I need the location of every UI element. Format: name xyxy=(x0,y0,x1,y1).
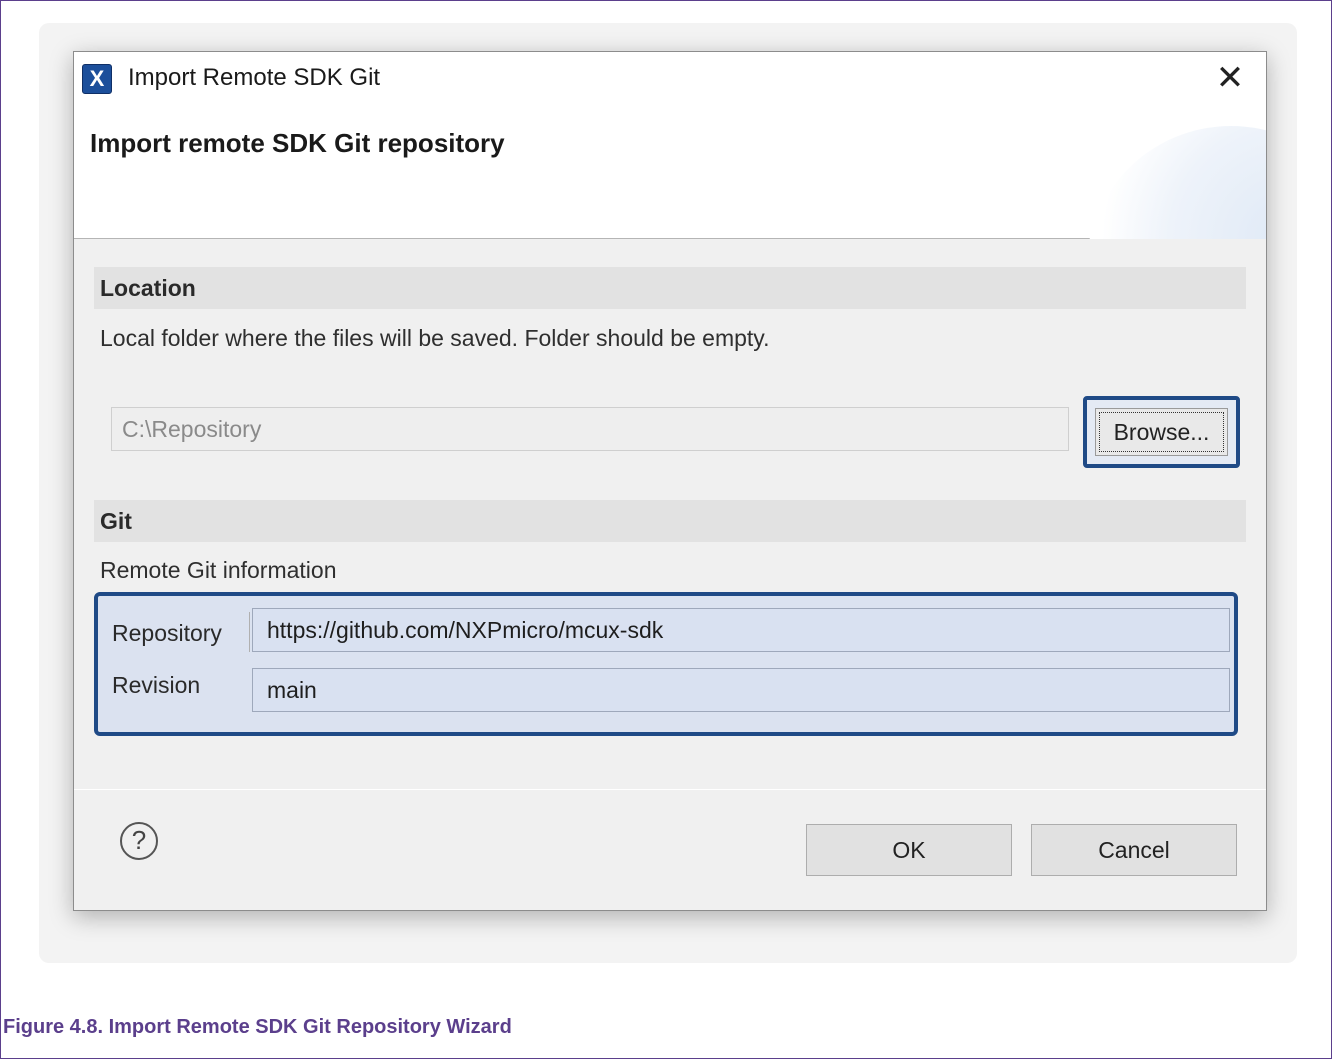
banner-title: Import remote SDK Git repository xyxy=(90,128,505,158)
browse-button[interactable]: Browse... xyxy=(1083,396,1240,468)
dialog-button-bar: ? OK Cancel xyxy=(74,790,1266,910)
wizard-banner: Import remote SDK Git repository xyxy=(74,106,1266,416)
ok-button[interactable]: OK xyxy=(806,824,1012,876)
git-section-header: Git xyxy=(94,500,1246,542)
cancel-button[interactable]: Cancel xyxy=(1031,824,1237,876)
location-path-input[interactable]: C:\Repository xyxy=(111,407,1069,451)
revision-input[interactable]: main xyxy=(252,668,1230,712)
browse-button-label: Browse... xyxy=(1099,412,1224,452)
label-divider xyxy=(249,612,250,652)
repository-label: Repository xyxy=(112,620,222,646)
figure-caption: Figure 4.8. Import Remote SDK Git Reposi… xyxy=(3,1016,512,1038)
dialog-content: Location Local folder where the files wi… xyxy=(74,239,1266,789)
repository-input[interactable]: https://github.com/NXPmicro/mcux-sdk xyxy=(252,608,1230,652)
import-dialog: X Import Remote SDK Git ✕ Import remote … xyxy=(73,51,1267,911)
git-description: Remote Git information xyxy=(100,557,337,583)
figure-frame: X Import Remote SDK Git ✕ Import remote … xyxy=(0,0,1332,1059)
location-section-header: Location xyxy=(94,267,1246,309)
revision-label: Revision xyxy=(112,672,201,698)
browse-button-face: Browse... xyxy=(1095,408,1228,456)
title-bar: X Import Remote SDK Git ✕ xyxy=(74,52,1266,106)
window-title: Import Remote SDK Git xyxy=(128,64,381,91)
close-icon[interactable]: ✕ xyxy=(1212,60,1248,96)
app-logo-icon: X xyxy=(82,64,112,94)
help-icon[interactable]: ? xyxy=(120,822,158,860)
location-description: Local folder where the files will be sav… xyxy=(100,325,770,351)
git-info-group: Repository https://github.com/NXPmicro/m… xyxy=(94,592,1238,736)
